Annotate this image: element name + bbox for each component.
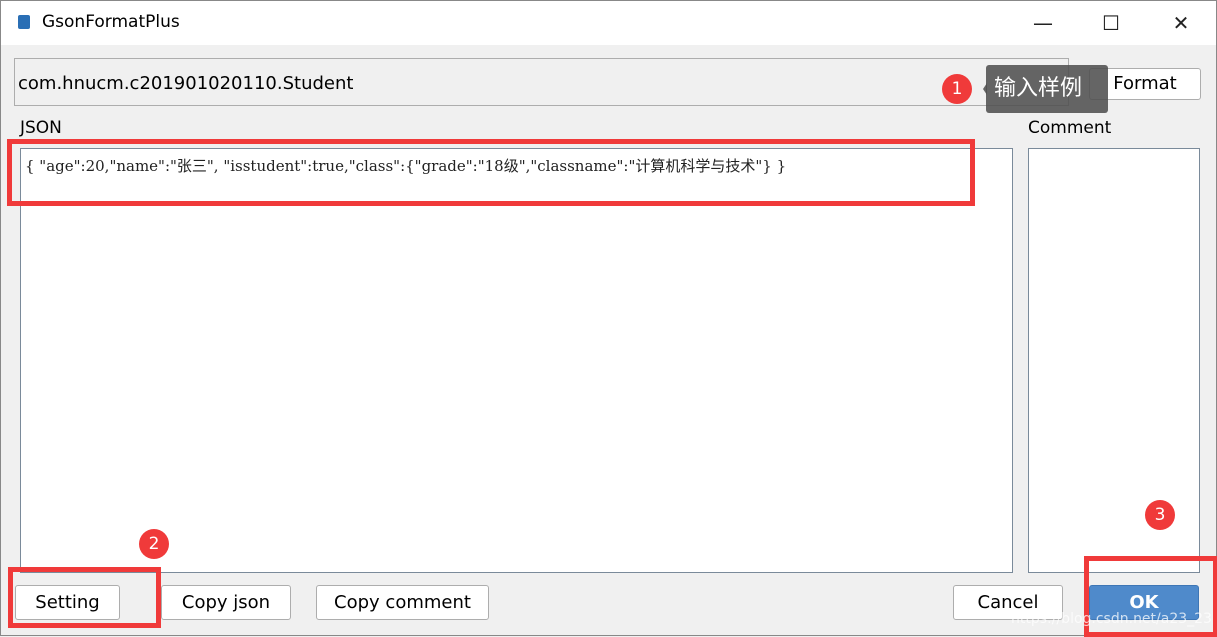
highlight-json [7, 139, 975, 206]
maximize-icon[interactable]: ☐ [1099, 11, 1123, 35]
close-icon[interactable]: ✕ [1169, 11, 1193, 35]
app-icon [18, 15, 30, 29]
title-bar: GsonFormatPlus — ☐ ✕ [1, 1, 1216, 45]
tooltip: 输入样例 [983, 65, 1108, 113]
watermark: https://blog.csdn.net/a23_23 [1011, 611, 1212, 627]
copy-comment-button[interactable]: Copy comment [316, 585, 489, 620]
json-label: JSON [20, 118, 62, 138]
json-textarea[interactable]: { "age":20,"name":"张三", "isstudent":true… [20, 148, 1013, 573]
class-name-input[interactable]: com.hnucm.c201901020110.Student [14, 58, 1069, 106]
badge-1: 1 [942, 74, 972, 104]
badge-2: 2 [139, 529, 169, 559]
highlight-setting [8, 567, 161, 628]
minimize-icon[interactable]: — [1031, 11, 1055, 35]
badge-3: 3 [1145, 500, 1175, 530]
window-title: GsonFormatPlus [42, 12, 180, 32]
comment-label: Comment [1028, 118, 1112, 138]
copy-json-button[interactable]: Copy json [161, 585, 291, 620]
